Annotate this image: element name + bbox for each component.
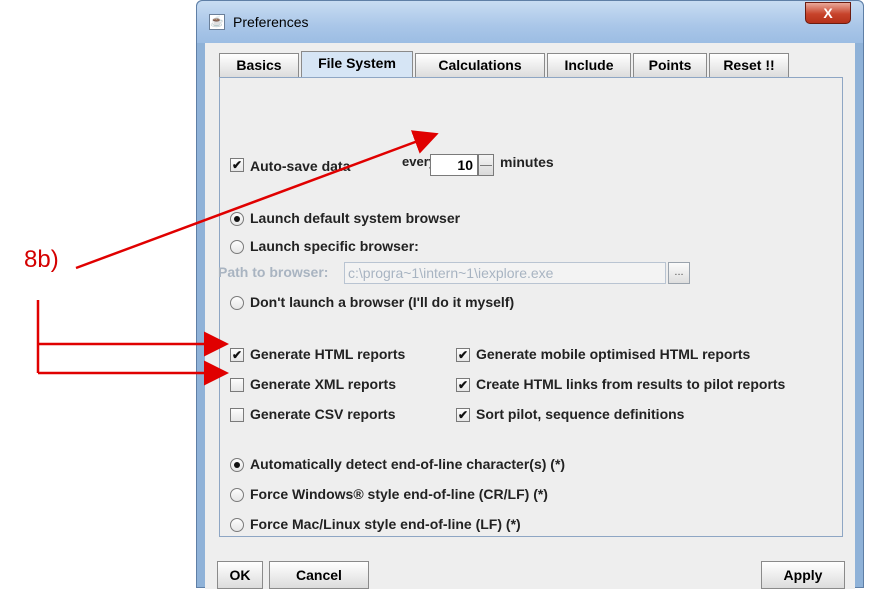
annotation-arrows bbox=[36, 130, 439, 386]
arrow-to-minutes bbox=[75, 130, 439, 270]
